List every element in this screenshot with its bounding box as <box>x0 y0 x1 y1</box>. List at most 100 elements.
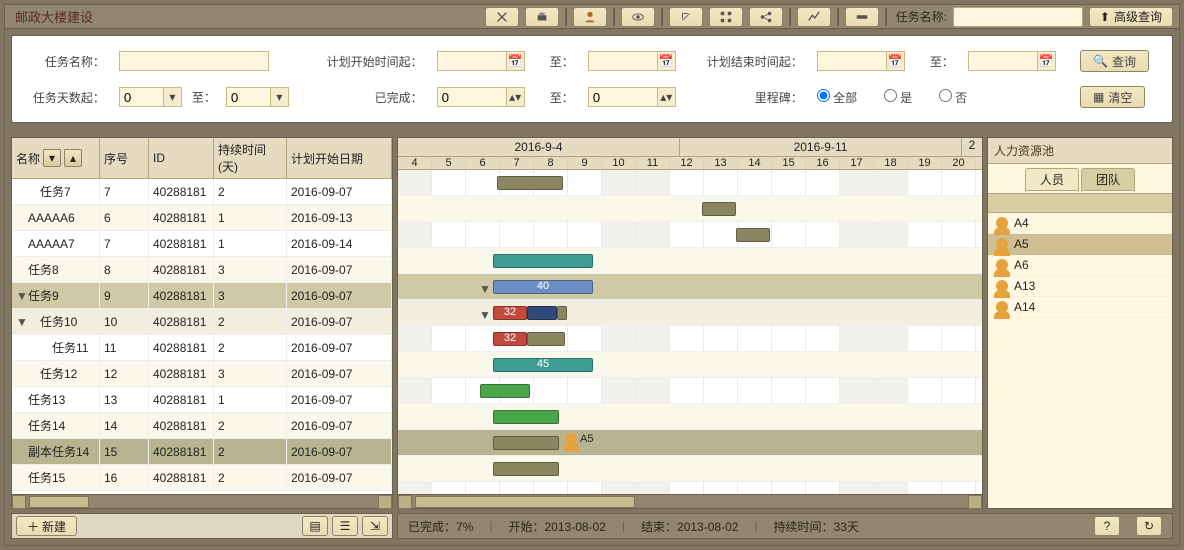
tab-team[interactable]: 团队 <box>1081 168 1135 191</box>
table-row[interactable]: 任务15 164028818122016-09-07 <box>12 465 392 491</box>
gantt-row[interactable] <box>398 196 982 222</box>
sort-down-icon[interactable]: ▾ <box>43 149 61 167</box>
grid-icon[interactable] <box>709 7 743 27</box>
gantt-bar[interactable]: 40 <box>493 280 593 294</box>
gantt-bar[interactable] <box>493 254 593 268</box>
filter-name-input[interactable] <box>119 51 269 71</box>
chevron-down-icon[interactable]: ▾ <box>271 87 289 107</box>
table-row[interactable]: ▼任务9 94028818132016-09-07 <box>12 283 392 309</box>
table-row[interactable]: 任务13 134028818112016-09-07 <box>12 387 392 413</box>
table-row[interactable]: AAAAA6 64028818112016-09-13 <box>12 205 392 231</box>
gantt-bar[interactable] <box>557 306 567 320</box>
col-start[interactable]: 计划开始日期 <box>287 138 392 178</box>
calendar-icon[interactable]: 📅 <box>507 51 525 71</box>
gantt-row[interactable] <box>398 378 982 404</box>
chevron-down-icon[interactable]: ▼ <box>479 282 491 296</box>
table-row[interactable]: 任务8 84028818132016-09-07 <box>12 257 392 283</box>
table-row[interactable]: 任务14 144028818122016-09-07 <box>12 413 392 439</box>
resource-item[interactable]: A14 <box>988 297 1172 318</box>
gantt-row[interactable] <box>398 248 982 274</box>
gantt-bar[interactable] <box>736 228 770 242</box>
filter-done-from[interactable] <box>437 87 507 107</box>
filter-days-from[interactable] <box>119 87 164 107</box>
scroll-left-icon[interactable] <box>12 495 26 509</box>
resource-item[interactable]: A4 <box>988 213 1172 234</box>
advanced-query-button[interactable]: ⬆ 高级查询 <box>1089 7 1173 27</box>
print-icon[interactable] <box>525 7 559 27</box>
calendar-icon[interactable]: 📅 <box>658 51 676 71</box>
arrow-up-left-icon[interactable] <box>669 7 703 27</box>
gantt-bar[interactable] <box>497 176 563 190</box>
gantt-bar[interactable] <box>702 202 736 216</box>
filter-done-label: 已完成： <box>312 80 429 114</box>
gantt-bar[interactable] <box>527 332 565 346</box>
gantt-bar[interactable] <box>493 436 559 450</box>
tab-people[interactable]: 人员 <box>1025 168 1079 191</box>
list-icon[interactable]: ▤ <box>302 516 328 536</box>
eye-icon[interactable] <box>621 7 655 27</box>
export-icon[interactable]: ⇲ <box>362 516 388 536</box>
resource-item[interactable]: A5 <box>988 234 1172 255</box>
ruler-icon[interactable] <box>845 7 879 27</box>
scroll-right-icon[interactable] <box>968 495 982 509</box>
share-icon[interactable] <box>749 7 783 27</box>
clear-button[interactable]: ▦清空 <box>1080 86 1145 108</box>
table-row[interactable]: 任务12 124028818132016-09-07 <box>12 361 392 387</box>
cut-icon[interactable] <box>485 7 519 27</box>
table-row[interactable]: AAAAA7 74028818112016-09-14 <box>12 231 392 257</box>
gantt-bar[interactable] <box>527 306 557 320</box>
task-name-input[interactable] <box>953 7 1083 27</box>
filter-done-to[interactable] <box>588 87 658 107</box>
gantt-row[interactable]: 32▼ <box>398 300 982 326</box>
scroll-right-icon[interactable] <box>378 495 392 509</box>
col-index[interactable]: 序号 <box>100 138 149 178</box>
gantt-bar[interactable] <box>493 410 559 424</box>
gantt-row[interactable]: 32 <box>398 326 982 352</box>
spinner-icon[interactable]: ▴▾ <box>658 87 676 107</box>
gantt-bar[interactable]: 32 <box>493 332 527 346</box>
table-row[interactable]: ▼任务10 104028818122016-09-07 <box>12 309 392 335</box>
calendar-icon[interactable]: 📅 <box>1038 51 1056 71</box>
gantt-row[interactable] <box>398 456 982 482</box>
filter-plan-start-from[interactable] <box>437 51 507 71</box>
query-button[interactable]: 🔍查询 <box>1080 50 1149 72</box>
refresh-icon[interactable]: ↻ <box>1136 516 1162 536</box>
outline-icon[interactable]: ☰ <box>332 516 358 536</box>
milestone-all-radio[interactable]: 全部 <box>817 91 857 105</box>
new-button[interactable]: ＋新建 <box>16 516 77 536</box>
help-icon[interactable]: ? <box>1094 516 1120 536</box>
filter-plan-end-to[interactable] <box>968 51 1038 71</box>
gantt-row[interactable] <box>398 170 982 196</box>
scroll-left-icon[interactable] <box>398 495 412 509</box>
chevron-down-icon[interactable]: ▼ <box>479 308 491 322</box>
gantt-row[interactable] <box>398 222 982 248</box>
gantt-row[interactable]: 40▼ <box>398 274 982 300</box>
table-row[interactable]: 任务7 74028818122016-09-07 <box>12 179 392 205</box>
spinner-icon[interactable]: ▴▾ <box>507 87 525 107</box>
gantt-row[interactable] <box>398 404 982 430</box>
filter-plan-start-to[interactable] <box>588 51 658 71</box>
resource-item[interactable]: A6 <box>988 255 1172 276</box>
resource-item[interactable]: A13 <box>988 276 1172 297</box>
table-row[interactable]: 副本任务14 154028818122016-09-07 <box>12 439 392 465</box>
gantt-bar[interactable]: 45 <box>493 358 593 372</box>
sort-up-icon[interactable]: ▴ <box>64 149 82 167</box>
gantt-bar[interactable]: 32 <box>493 306 527 320</box>
calendar-icon[interactable]: 📅 <box>887 51 905 71</box>
milestone-no-radio[interactable]: 否 <box>939 91 967 105</box>
gantt-row[interactable]: 45 <box>398 352 982 378</box>
milestone-yes-radio[interactable]: 是 <box>884 91 912 105</box>
table-row[interactable]: 任务11 114028818122016-09-07 <box>12 335 392 361</box>
gantt-row[interactable]: A5 <box>398 430 982 456</box>
filter-days-to[interactable] <box>226 87 271 107</box>
filter-plan-end-from[interactable] <box>817 51 887 71</box>
gantt-bar[interactable] <box>480 384 530 398</box>
user-icon[interactable] <box>573 7 607 27</box>
col-duration[interactable]: 持续时间(天) <box>214 138 287 178</box>
gantt-bar[interactable] <box>493 462 559 476</box>
trend-icon[interactable] <box>797 7 831 27</box>
col-name[interactable]: 名称 <box>16 150 40 167</box>
chevron-down-icon[interactable]: ▾ <box>164 87 182 107</box>
week-header-2: 2016-9-11 <box>680 138 962 156</box>
col-id[interactable]: ID <box>149 138 214 178</box>
